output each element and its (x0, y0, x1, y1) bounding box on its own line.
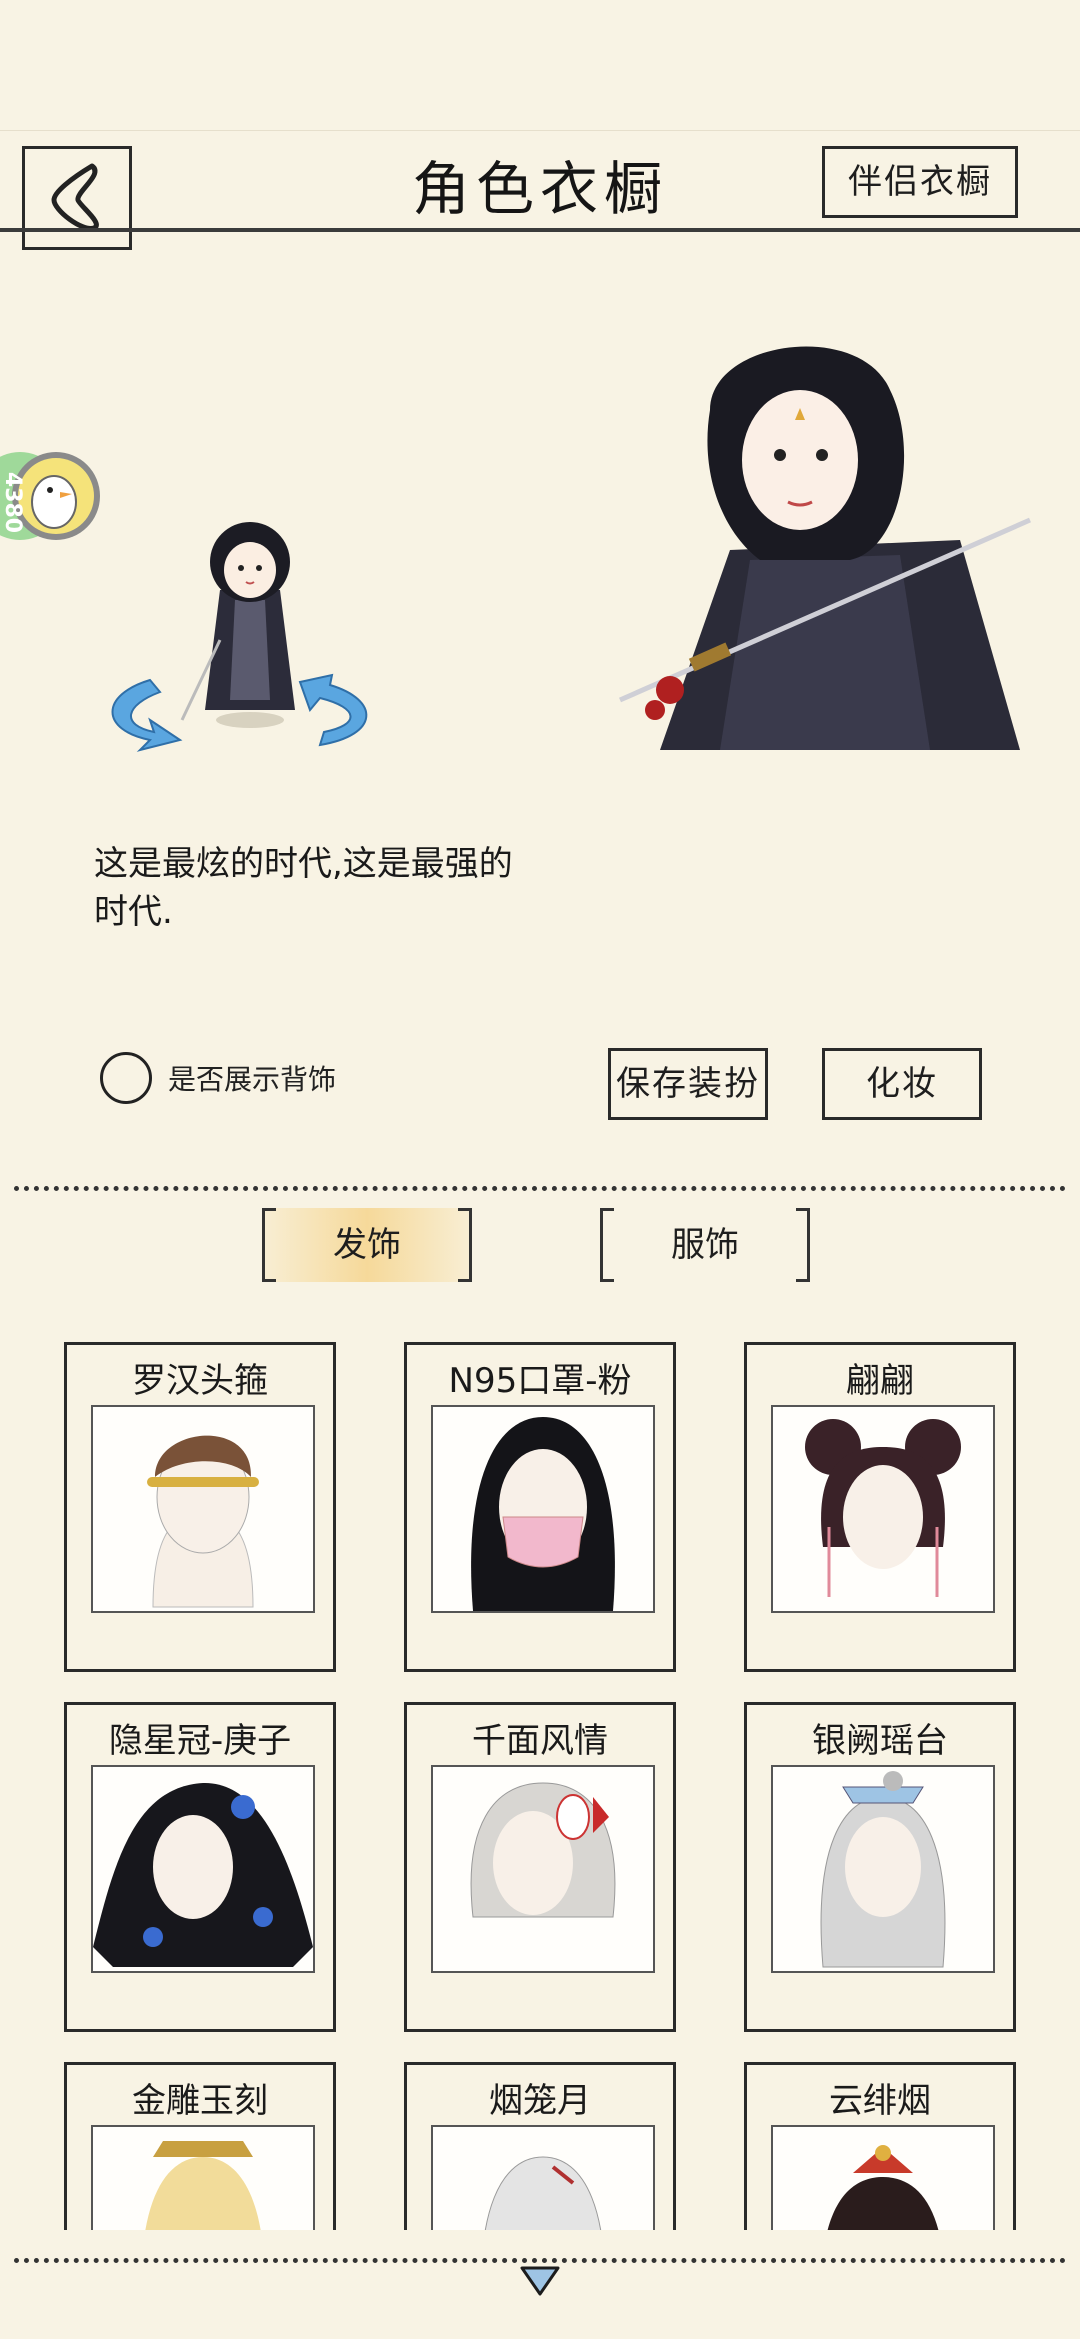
bracket-right (796, 1208, 810, 1282)
show-back-accessory-radio[interactable] (100, 1052, 152, 1104)
item-name: 云绯烟 (829, 2081, 931, 2121)
item-card[interactable]: 千面风情 (404, 1702, 676, 2032)
item-name: N95口罩-粉 (448, 1361, 632, 1401)
badge-number: 4380 (0, 471, 26, 534)
item-card[interactable]: 云绯烟 (744, 2062, 1016, 2230)
item-thumbnail (771, 1765, 995, 1973)
item-thumbnail (771, 1405, 995, 1613)
item-card[interactable]: N95口罩-粉 (404, 1342, 676, 1672)
item-thumbnail (431, 2125, 655, 2230)
item-card[interactable]: 金雕玉刻 (64, 2062, 336, 2230)
bracket-left (262, 1208, 276, 1282)
item-name: 罗汉头箍 (132, 1361, 268, 1401)
item-thumbnail (771, 2125, 995, 2230)
tab-label: 发饰 (333, 1225, 401, 1265)
item-thumbnail (91, 1405, 315, 1613)
bracket-left (600, 1208, 614, 1282)
item-name: 千面风情 (472, 1721, 608, 1761)
character-rotate-preview[interactable] (70, 470, 410, 770)
scroll-down-icon[interactable] (520, 2266, 560, 2296)
tab-hair-accessories[interactable]: 发饰 (262, 1208, 472, 1282)
item-name: 烟笼月 (489, 2081, 591, 2121)
rotate-left-arrow-icon (111, 678, 183, 752)
item-grid: 罗汉头箍 N95口罩-粉 翩翩 隐星冠-庚子 千面风情 银阙瑶台 金雕玉刻 烟笼… (0, 1334, 1080, 2230)
show-back-accessory-label: 是否展示背饰 (168, 1063, 337, 1096)
partner-wardrobe-button[interactable]: 伴侣衣橱 (822, 146, 1018, 218)
header-divider (0, 228, 1080, 232)
item-thumbnail (431, 1765, 655, 1973)
rotate-right-arrow-icon (298, 673, 368, 747)
tab-clothing[interactable]: 服饰 (600, 1208, 810, 1282)
section-divider (14, 1186, 1066, 1191)
item-thumbnail (91, 1765, 315, 1973)
item-card[interactable]: 烟笼月 (404, 2062, 676, 2230)
save-outfit-button[interactable]: 保存装扮 (608, 1048, 768, 1120)
item-name: 隐星冠-庚子 (108, 1721, 292, 1761)
item-card[interactable]: 罗汉头箍 (64, 1342, 336, 1672)
item-thumbnail (431, 1405, 655, 1613)
item-name: 银阙瑶台 (812, 1721, 948, 1761)
status-bar-area (0, 0, 1080, 131)
item-card[interactable]: 隐星冠-庚子 (64, 1702, 336, 2032)
item-card[interactable]: 翩翩 (744, 1342, 1016, 1672)
item-thumbnail (91, 2125, 315, 2230)
tab-label: 服饰 (671, 1225, 739, 1265)
character-description: 这是最炫的时代,这是最强的时代. (94, 844, 513, 932)
character-portrait (600, 330, 1040, 750)
bottom-divider (14, 2258, 1066, 2263)
item-card[interactable]: 银阙瑶台 (744, 1702, 1016, 2032)
item-name: 翩翩 (846, 1361, 914, 1401)
bracket-right (458, 1208, 472, 1282)
makeup-button[interactable]: 化妆 (822, 1048, 982, 1120)
item-name: 金雕玉刻 (132, 2081, 268, 2121)
